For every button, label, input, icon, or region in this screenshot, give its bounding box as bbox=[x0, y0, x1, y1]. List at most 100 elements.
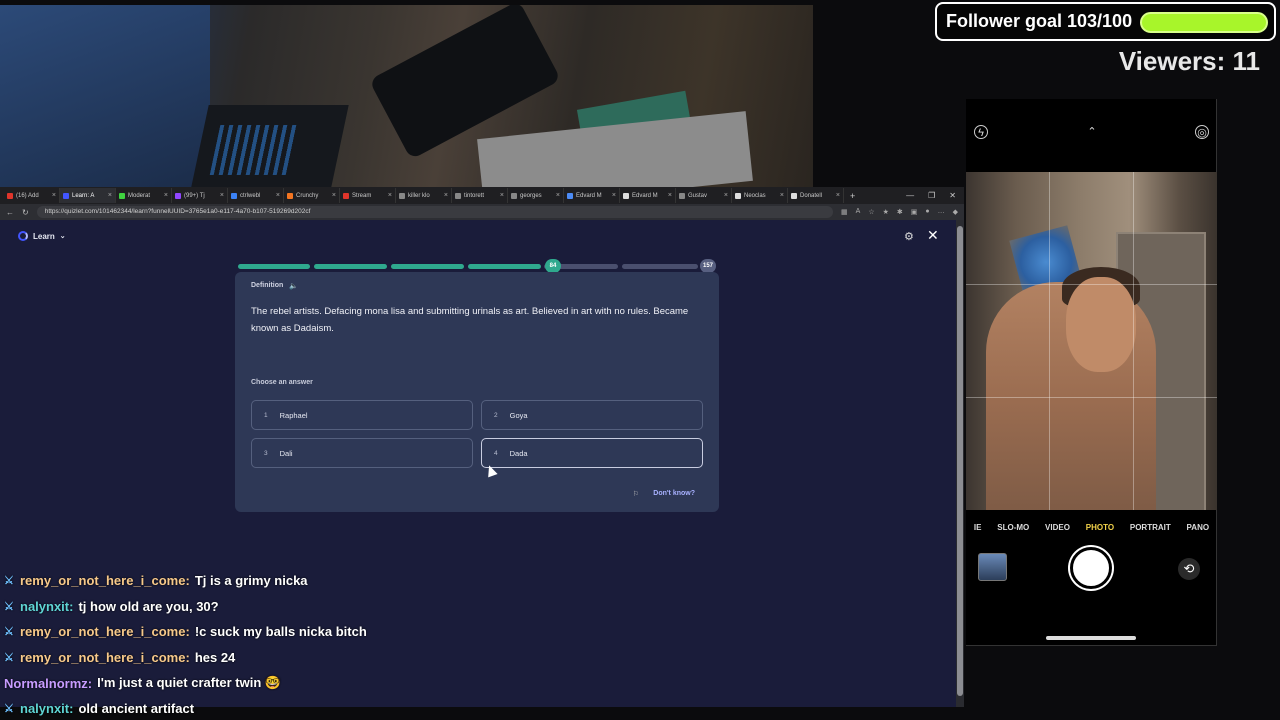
profile-icon[interactable]: ● bbox=[925, 208, 929, 216]
reload-icon[interactable]: ↻ bbox=[22, 208, 29, 217]
tab-favicon-icon bbox=[63, 192, 69, 199]
favorites-icon[interactable]: ★ bbox=[883, 208, 889, 216]
browser-tab[interactable]: Edvard M × bbox=[564, 188, 620, 203]
collections-icon[interactable]: ▣ bbox=[911, 208, 918, 216]
chat-username: Normalnormz: bbox=[4, 675, 93, 691]
home-indicator bbox=[1046, 636, 1136, 640]
tab-close-icon[interactable]: × bbox=[780, 192, 784, 199]
tab-favicon-icon bbox=[511, 192, 517, 199]
tab-favicon-icon bbox=[735, 192, 741, 199]
chat-text: hes 24 bbox=[194, 650, 236, 666]
copilot-icon[interactable]: ◆ bbox=[953, 208, 958, 216]
chat-text: tj how old are you, 30? bbox=[78, 598, 219, 614]
shutter-button[interactable] bbox=[1070, 547, 1112, 589]
read-aloud-icon[interactable]: A bbox=[856, 208, 861, 216]
tab-close-icon[interactable]: × bbox=[556, 192, 560, 199]
browser-tab[interactable]: ctrlwebl × bbox=[228, 188, 284, 203]
sword-badge-icon: ⚔ bbox=[4, 626, 14, 639]
flash-off-icon[interactable]: ϟ bbox=[974, 125, 988, 139]
browser-tab[interactable]: Stream × bbox=[340, 188, 396, 203]
flag-icon[interactable]: ⚐ bbox=[633, 490, 639, 498]
minimize-icon[interactable]: — bbox=[906, 191, 914, 200]
tab-favicon-icon bbox=[679, 192, 685, 199]
flip-camera-icon[interactable]: ⟲ bbox=[1178, 558, 1200, 580]
browser-tab[interactable]: Gustav × bbox=[676, 188, 732, 203]
apps-icon[interactable]: ▦ bbox=[841, 208, 848, 216]
chat-overlay: ⚔ remy_or_not_here_i_come: Tj is a grimy n… bbox=[4, 568, 564, 720]
browser-tab[interactable]: (99+) Tj × bbox=[172, 188, 228, 203]
tab-close-icon[interactable]: × bbox=[724, 192, 728, 199]
browser-tab[interactable]: tintorett × bbox=[452, 188, 508, 203]
tab-close-icon[interactable]: × bbox=[836, 192, 840, 199]
camera-mode-ie[interactable]: IE bbox=[974, 523, 982, 532]
tab-label: Gustav bbox=[688, 192, 708, 199]
star-icon[interactable]: ☆ bbox=[868, 208, 874, 216]
answer-option-3[interactable]: 3 Dali bbox=[251, 438, 473, 468]
tab-favicon-icon bbox=[567, 192, 573, 199]
live-photo-icon[interactable]: ◎ bbox=[1195, 125, 1209, 139]
chevron-up-icon[interactable]: ⌃ bbox=[1085, 125, 1099, 139]
tab-close-icon[interactable]: × bbox=[164, 192, 168, 199]
close-window-icon[interactable]: ✕ bbox=[949, 191, 956, 200]
tab-label: Learn: A bbox=[72, 192, 95, 199]
progress-current-badge: 84 bbox=[545, 259, 561, 273]
extensions-icon[interactable]: ✱ bbox=[897, 208, 903, 216]
camera-mode-slo-mo[interactable]: SLO-MO bbox=[997, 523, 1029, 532]
camera-mode-video[interactable]: VIDEO bbox=[1045, 523, 1070, 532]
browser-tab[interactable]: georges × bbox=[508, 188, 564, 203]
new-tab-button[interactable]: + bbox=[844, 191, 861, 201]
chat-username: remy_or_not_here_i_come: bbox=[20, 624, 190, 640]
menu-icon[interactable]: … bbox=[938, 208, 945, 216]
browser-tab[interactable]: Donatell × bbox=[788, 188, 844, 203]
browser-tab[interactable]: killer klo × bbox=[396, 188, 452, 203]
last-photo-thumbnail[interactable] bbox=[978, 553, 1007, 581]
gear-icon[interactable]: ⚙ bbox=[904, 230, 914, 243]
browser-tab[interactable]: Neoclas × bbox=[732, 188, 788, 203]
sword-badge-icon: ⚔ bbox=[4, 600, 14, 613]
browser-tab[interactable]: Learn: A × bbox=[60, 188, 116, 203]
tab-label: killer klo bbox=[408, 192, 430, 199]
answer-option-2[interactable]: 2 Goya bbox=[481, 400, 703, 430]
tab-close-icon[interactable]: × bbox=[52, 192, 56, 199]
browser-tab[interactable]: Moderat × bbox=[116, 188, 172, 203]
progress-bar: 84 157 bbox=[238, 259, 718, 273]
tab-favicon-icon bbox=[399, 192, 405, 199]
tab-close-icon[interactable]: × bbox=[220, 192, 224, 199]
tab-close-icon[interactable]: × bbox=[668, 192, 672, 199]
answer-option-1[interactable]: 1 Raphael bbox=[251, 400, 473, 430]
question-card: Definition 🔈 The rebel artists. Defacing… bbox=[235, 272, 719, 512]
tab-label: Neoclas bbox=[744, 192, 766, 199]
tab-close-icon[interactable]: × bbox=[500, 192, 504, 199]
follower-goal-label: Follower goal 103/100 bbox=[946, 11, 1133, 31]
browser-tab[interactable]: Crunchy × bbox=[284, 188, 340, 203]
dont-know-button[interactable]: Don't know? bbox=[653, 490, 695, 497]
back-icon[interactable]: ← bbox=[6, 208, 14, 217]
tab-close-icon[interactable]: × bbox=[276, 192, 280, 199]
chat-message: ⚔ remy_or_not_here_i_come: Tj is a grimy n… bbox=[4, 568, 564, 594]
answer-option-4[interactable]: 4 Dada bbox=[481, 438, 703, 468]
choose-answer-label: Choose an answer bbox=[251, 379, 313, 386]
url-input[interactable]: https://quizlet.com/101462344/learn?funn… bbox=[36, 206, 834, 218]
camera-mode-photo[interactable]: PHOTO bbox=[1086, 523, 1114, 532]
maximize-icon[interactable]: ❐ bbox=[928, 191, 935, 200]
close-icon[interactable]: ✕ bbox=[927, 227, 939, 244]
tab-close-icon[interactable]: × bbox=[388, 192, 392, 199]
tab-close-icon[interactable]: × bbox=[444, 192, 448, 199]
browser-tab[interactable]: (16) Add × bbox=[4, 188, 60, 203]
follower-goal-widget: Follower goal 103/100 bbox=[935, 2, 1276, 41]
scrollbar[interactable] bbox=[956, 220, 964, 707]
tab-close-icon[interactable]: × bbox=[612, 192, 616, 199]
chat-text: old ancient artifact bbox=[78, 701, 195, 717]
tab-close-icon[interactable]: × bbox=[108, 192, 112, 199]
tab-close-icon[interactable]: × bbox=[332, 192, 336, 199]
browser-tab[interactable]: Edvard M × bbox=[620, 188, 676, 203]
sword-badge-icon: ⚔ bbox=[4, 703, 14, 716]
speaker-icon[interactable]: 🔈 bbox=[289, 282, 298, 290]
learn-ring-icon bbox=[18, 231, 28, 241]
tab-bar: (16) Add × Learn: A × Moderat × (99+) Tj × ctrlw… bbox=[0, 187, 964, 204]
viewer-count: Viewers: 11 bbox=[1118, 46, 1260, 76]
camera-mode-pano[interactable]: PANO bbox=[1187, 523, 1210, 532]
learn-mode-menu[interactable]: Learn ⌄ bbox=[18, 231, 66, 241]
laptop bbox=[0, 5, 210, 187]
camera-mode-portrait[interactable]: PORTRAIT bbox=[1130, 523, 1171, 532]
